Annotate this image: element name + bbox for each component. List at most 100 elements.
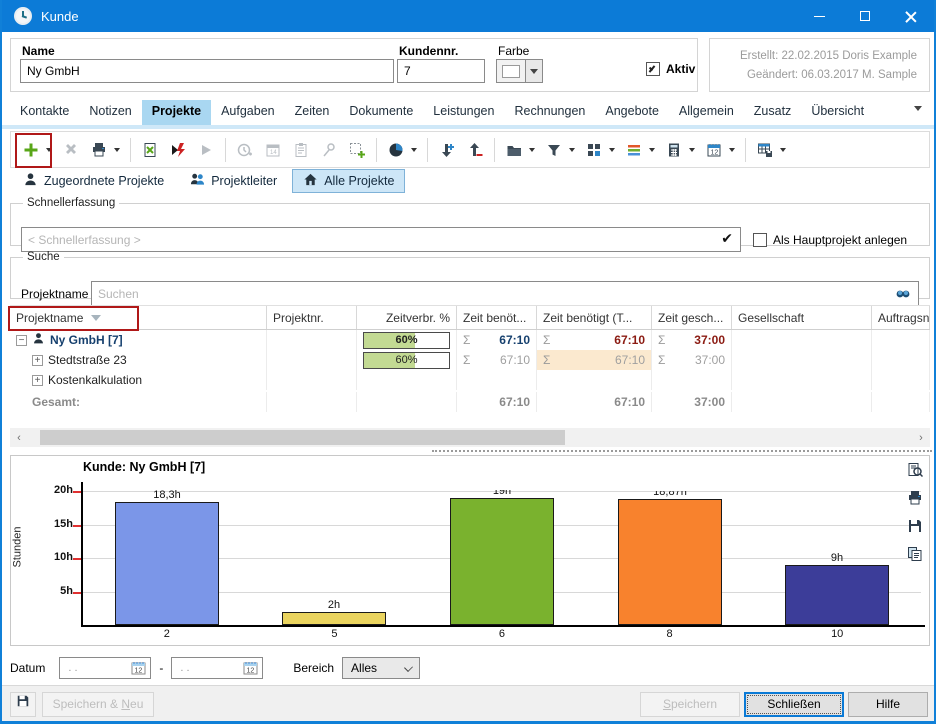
calculator-button[interactable] — [660, 137, 700, 163]
chart-copy-button[interactable] — [907, 546, 923, 567]
calendar-button[interactable]: 12 — [700, 137, 740, 163]
table-row[interactable]: +Kostenkalkulation — [10, 370, 930, 390]
farbe-combobox[interactable] — [496, 59, 543, 83]
chevron-down-icon[interactable] — [729, 148, 735, 152]
tab-notizen[interactable]: Notizen — [79, 100, 141, 125]
collapse-minus-icon[interactable]: − — [16, 335, 27, 346]
person-icon — [23, 172, 38, 190]
chevron-down-icon[interactable] — [689, 148, 695, 152]
color-swatch-button[interactable] — [496, 59, 526, 83]
tab--bersicht[interactable]: Übersicht — [801, 100, 874, 125]
aktiv-checkbox[interactable] — [646, 62, 660, 76]
kundennr-input[interactable] — [397, 59, 485, 83]
tab-leistungen[interactable]: Leistungen — [423, 100, 504, 125]
highlight-lines-button[interactable] — [620, 137, 660, 163]
name-input[interactable] — [20, 59, 394, 83]
tab-zusatz[interactable]: Zusatz — [744, 100, 802, 125]
table-header-row: ProjektnameProjektnr.Zeitverbr. %Zeit be… — [10, 305, 930, 330]
chevron-down-icon[interactable] — [46, 148, 52, 152]
tab-kontakte[interactable]: Kontakte — [10, 100, 79, 125]
help-button[interactable]: Hilfe — [848, 692, 928, 717]
maximize-button[interactable] — [842, 0, 888, 32]
projektname-search-label: Projektname — [21, 287, 88, 301]
expand-plus-icon[interactable]: + — [32, 375, 43, 386]
pie-chart-button[interactable] — [382, 137, 422, 163]
column-header-zeit-ben-t-[interactable]: Zeit benöt... — [457, 306, 537, 329]
scrollbar-thumb[interactable] — [40, 430, 565, 445]
cell-value — [457, 370, 537, 390]
close-button[interactable]: Schließen — [744, 692, 844, 717]
pie-icon — [384, 138, 408, 162]
tab-overflow-button[interactable] — [914, 106, 922, 111]
chevron-down-icon[interactable] — [780, 148, 786, 152]
subtab-zugeordnete-projekte[interactable]: Zugeordnete Projekte — [12, 169, 175, 193]
table-save-button[interactable] — [751, 137, 791, 163]
chevron-down-icon[interactable] — [411, 148, 417, 152]
column-header-zeitverbr-[interactable]: Zeitverbr. % — [357, 306, 457, 329]
chart-save-button[interactable] — [907, 518, 923, 539]
chart-bar[interactable] — [282, 612, 386, 625]
project-name: Ny GmbH [7] — [50, 333, 123, 347]
tab-angebote[interactable]: Angebote — [595, 100, 669, 125]
column-header-zeit-gesch-[interactable]: Zeit gesch... — [652, 306, 732, 329]
chart-bar[interactable] — [450, 498, 554, 625]
tab-rechnungen[interactable]: Rechnungen — [504, 100, 595, 125]
progress-value: 60% — [364, 333, 449, 348]
excel-export-button[interactable] — [136, 137, 164, 163]
column-header-projektname[interactable]: Projektname — [10, 306, 267, 329]
close-button[interactable] — [888, 0, 934, 32]
schnellerfassung-input[interactable] — [21, 227, 741, 252]
calendar-icon[interactable]: 12 — [131, 660, 147, 679]
splitter-handle[interactable] — [432, 450, 932, 452]
cell-projektname: +Kostenkalkulation — [10, 370, 267, 390]
chevron-down-icon[interactable] — [649, 148, 655, 152]
column-header-zeit-ben-tigt-t-[interactable]: Zeit benötigt (T... — [537, 306, 652, 329]
tab-allgemein[interactable]: Allgemein — [669, 100, 744, 125]
scroll-left-icon[interactable]: ‹ — [10, 432, 28, 444]
audit-info-box: Erstellt: 22.02.2015 Doris Example Geänd… — [709, 38, 930, 92]
chevron-down-icon[interactable] — [609, 148, 615, 152]
chevron-down-icon[interactable] — [529, 148, 535, 152]
chevron-down-icon[interactable] — [114, 148, 120, 152]
horizontal-scrollbar[interactable]: ‹ › — [10, 428, 930, 447]
print-button[interactable] — [85, 137, 125, 163]
column-header-gesellschaft[interactable]: Gesellschaft — [732, 306, 872, 329]
tab-aufgaben[interactable]: Aufgaben — [211, 100, 285, 125]
jump-button[interactable] — [164, 137, 192, 163]
color-dropdown-button[interactable] — [526, 59, 543, 83]
tab-projekte[interactable]: Projekte — [142, 100, 211, 125]
add-button[interactable] — [17, 137, 57, 163]
chart-bar[interactable] — [618, 499, 722, 625]
save-icon-button[interactable] — [10, 692, 36, 717]
hauptprojekt-checkbox[interactable] — [753, 233, 767, 247]
chart-print-button[interactable] — [907, 490, 923, 511]
sort-up-remove-button[interactable] — [461, 137, 489, 163]
subtab-projektleiter[interactable]: Projektleiter — [179, 169, 288, 193]
tab-zeiten[interactable]: Zeiten — [285, 100, 340, 125]
confirm-check-icon[interactable]: ✔ — [721, 230, 733, 247]
calendar-icon[interactable]: 12 — [243, 660, 259, 679]
filter-button[interactable] — [540, 137, 580, 163]
search-input[interactable] — [91, 281, 919, 306]
tab-dokumente[interactable]: Dokumente — [339, 100, 423, 125]
date-from-input[interactable]: . . 12 — [59, 657, 151, 679]
table-row[interactable]: +Stedtstraße 2360%Σ67:10Σ67:10Σ37:00 — [10, 350, 930, 370]
table-row[interactable]: −Ny GmbH [7]60%Σ67:10Σ67:10Σ37:00 — [10, 330, 930, 350]
date-to-input[interactable]: . . 12 — [171, 657, 263, 679]
chart-bar[interactable] — [785, 565, 889, 625]
chart-bar[interactable] — [115, 502, 219, 625]
binoculars-icon[interactable] — [895, 285, 911, 304]
scroll-right-icon[interactable]: › — [912, 432, 930, 444]
subtab-alle-projekte[interactable]: Alle Projekte — [292, 169, 405, 193]
frame-add-button[interactable] — [343, 137, 371, 163]
bereich-select[interactable]: Alles — [342, 657, 420, 679]
chevron-down-icon[interactable] — [569, 148, 575, 152]
expand-plus-icon[interactable]: + — [32, 355, 43, 366]
grouping-button[interactable] — [580, 137, 620, 163]
column-header-auftragsnu[interactable]: Auftragsnu — [872, 306, 930, 329]
chart-preview-button[interactable] — [907, 462, 923, 483]
folder-button[interactable] — [500, 137, 540, 163]
minimize-button[interactable] — [796, 0, 842, 32]
sort-down-add-button[interactable] — [433, 137, 461, 163]
column-header-projektnr-[interactable]: Projektnr. — [267, 306, 357, 329]
